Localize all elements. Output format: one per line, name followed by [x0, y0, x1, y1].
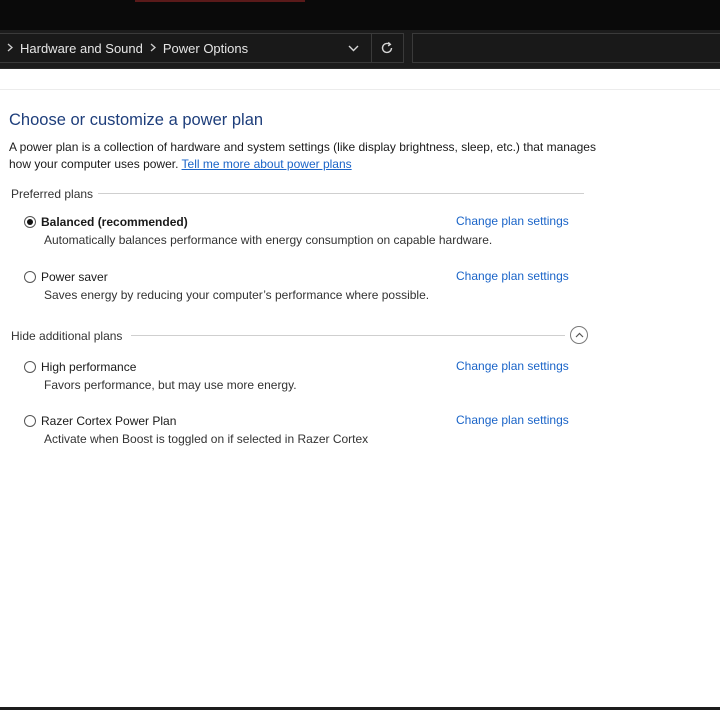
- additional-plans-divider: [131, 335, 565, 336]
- preferred-plans-heading: Preferred plans: [11, 187, 94, 201]
- plan-power-saver-name[interactable]: Power saver: [41, 270, 108, 284]
- change-plan-settings-high-performance-link[interactable]: Change plan settings: [456, 359, 569, 373]
- search-box[interactable]: [412, 33, 720, 63]
- chevron-right-icon: [7, 41, 13, 55]
- page-description: A power plan is a collection of hardware…: [9, 139, 609, 173]
- plan-razer-cortex-name[interactable]: Razer Cortex Power Plan: [41, 414, 176, 428]
- plan-balanced-name[interactable]: Balanced (recommended): [41, 215, 188, 229]
- change-plan-settings-power-saver-link[interactable]: Change plan settings: [456, 269, 569, 283]
- page-title: Choose or customize a power plan: [9, 111, 264, 129]
- breadcrumb-item-power-options[interactable]: Power Options: [163, 41, 248, 56]
- chevron-up-icon: [575, 332, 584, 338]
- learn-more-link[interactable]: Tell me more about power plans: [182, 157, 352, 171]
- chevron-right-icon: [150, 41, 156, 55]
- change-plan-settings-razer-cortex-link[interactable]: Change plan settings: [456, 413, 569, 427]
- plan-power-saver-radio[interactable]: [24, 270, 36, 283]
- change-plan-settings-balanced-link[interactable]: Change plan settings: [456, 214, 569, 228]
- plan-razer-cortex-radio[interactable]: [24, 414, 36, 427]
- plan-high-performance-name[interactable]: High performance: [41, 360, 136, 374]
- title-bar-accent: [135, 0, 305, 2]
- preferred-plans-divider: [98, 193, 584, 194]
- collapse-additional-plans-button[interactable]: [570, 326, 588, 344]
- plan-balanced-description: Automatically balances performance with …: [44, 233, 493, 247]
- title-bar: [0, 0, 720, 30]
- additional-plans-heading[interactable]: Hide additional plans: [11, 329, 122, 343]
- address-bar[interactable]: Hardware and Sound Power Options: [0, 33, 404, 63]
- plan-balanced-radio[interactable]: [24, 215, 36, 228]
- address-divider: [371, 34, 372, 62]
- plan-razer-cortex-description: Activate when Boost is toggled on if sel…: [44, 432, 369, 446]
- plan-high-performance-radio[interactable]: [24, 360, 36, 373]
- plan-power-saver-description: Saves energy by reducing your computer’s…: [44, 288, 430, 302]
- navigation-bar: Hardware and Sound Power Options: [0, 30, 720, 69]
- breadcrumb-item-hardware-and-sound[interactable]: Hardware and Sound: [20, 41, 143, 56]
- plan-high-performance-description: Favors performance, but may use more ene…: [44, 378, 297, 392]
- chevron-down-icon[interactable]: [344, 39, 362, 57]
- refresh-icon[interactable]: [377, 38, 397, 58]
- content-top-divider: [0, 89, 720, 90]
